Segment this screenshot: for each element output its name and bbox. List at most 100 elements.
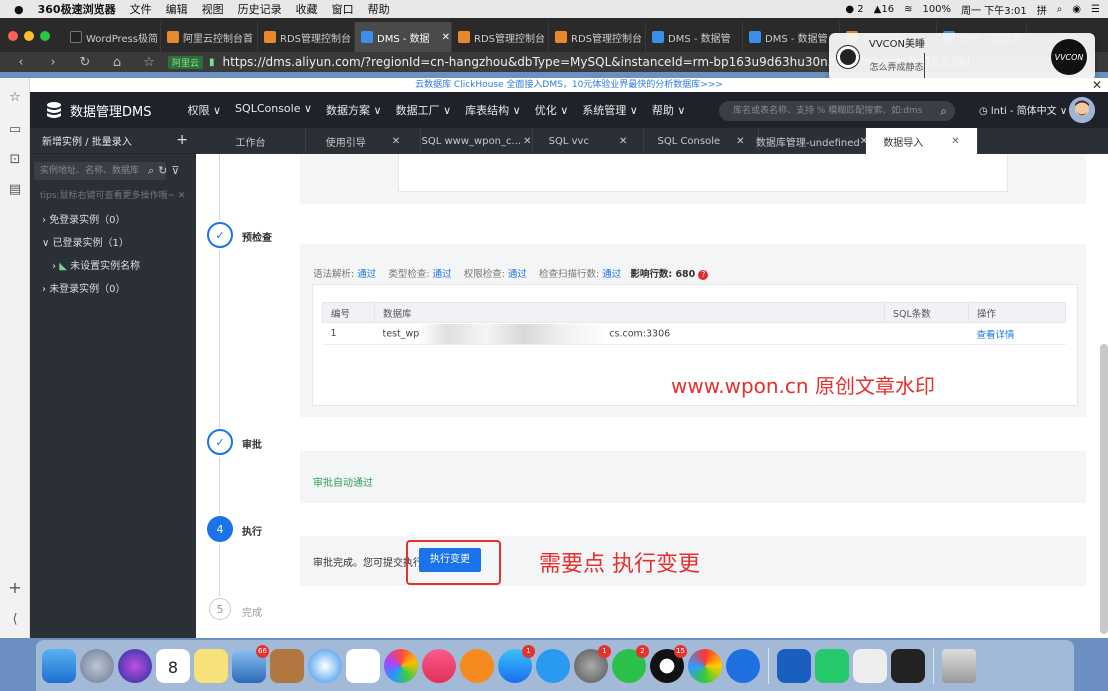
browser-360-icon[interactable]: [688, 648, 722, 683]
spotlight-icon[interactable]: ⌕: [1057, 4, 1063, 15]
wechat-icon[interactable]: 2: [612, 644, 649, 683]
close-tab-icon[interactable]: ✕: [392, 136, 400, 147]
tree-node-login-free[interactable]: › 免登录实例（0）: [42, 209, 196, 232]
tree-node-not-logged-in[interactable]: › 未登录实例（0）: [42, 278, 196, 301]
siri-icon[interactable]: [118, 648, 152, 683]
browser-tab[interactable]: RDS管理控制台: [549, 22, 646, 52]
app-name[interactable]: 360极速浏览器: [38, 1, 116, 17]
dms-logo[interactable]: 数据管理DMS: [44, 101, 151, 120]
clock[interactable]: 周一 下午3:01: [961, 2, 1027, 17]
search-icon[interactable]: ⌕: [940, 101, 947, 121]
messages-icon[interactable]: [536, 648, 570, 683]
global-search-input[interactable]: 库名或表名称、支持 % 模糊匹配搜索、如:dms ⌕: [719, 101, 955, 121]
trash-icon[interactable]: [942, 648, 976, 683]
music-icon[interactable]: [422, 648, 456, 683]
app-store-icon[interactable]: 1: [498, 644, 535, 683]
battery-status[interactable]: 100%: [922, 4, 951, 15]
browser-tab[interactable]: 阿里云控制台首: [161, 22, 258, 52]
user-language-menu[interactable]: ◷ lnti - 简体中文 ∨: [979, 102, 1067, 117]
notes-icon[interactable]: [194, 648, 228, 683]
books-icon[interactable]: [460, 648, 494, 683]
search-icon[interactable]: ⌕: [148, 164, 154, 178]
menu-edit[interactable]: 编辑: [166, 1, 188, 17]
siri-icon[interactable]: ◉: [1072, 4, 1081, 15]
promo-banner-text[interactable]: 云数据库 ClickHouse 全面接入DMS，10元体验业界最快的分析数据库>…: [415, 80, 723, 90]
nav-sqlconsole[interactable]: SQLConsole ∨: [235, 102, 312, 118]
calendar-icon[interactable]: 8: [156, 648, 190, 683]
menu-file[interactable]: 文件: [130, 1, 152, 17]
wifi-icon[interactable]: ≋: [904, 4, 912, 15]
nav-data-solution[interactable]: 数据方案 ∨: [326, 102, 382, 118]
browser-tab[interactable]: WordPress极简: [64, 22, 161, 52]
close-window-icon[interactable]: [8, 31, 18, 41]
promo-banner[interactable]: 云数据库 ClickHouse 全面接入DMS，10元体验业界最快的分析数据库>…: [30, 78, 1108, 92]
nav-system[interactable]: 系统管理 ∨: [582, 102, 638, 118]
close-banner-icon[interactable]: ✕: [1092, 78, 1102, 92]
back-icon[interactable]: ‹: [10, 55, 32, 70]
refresh-icon[interactable]: ↻: [158, 164, 167, 178]
scrollbar[interactable]: [1100, 344, 1108, 634]
tab-db-management[interactable]: 数据库管理-undefined ✕: [756, 128, 868, 154]
control-list-icon[interactable]: ☰: [1091, 4, 1100, 15]
tab-sql-vvc[interactable]: SQL vvc ✕: [533, 128, 644, 154]
pycharm-icon[interactable]: [815, 648, 849, 683]
nav-schema[interactable]: 库表结构 ∨: [465, 102, 521, 118]
home-icon[interactable]: ⌂: [106, 55, 128, 70]
notes-icon[interactable]: ▤: [7, 182, 23, 198]
browser-tab[interactable]: RDS管理控制台: [452, 22, 549, 52]
terminal-icon[interactable]: [891, 648, 925, 683]
qq-notification[interactable]: VVCON美睡 怎么弄成静态 VVCON: [829, 33, 1095, 81]
browser-tab[interactable]: RDS管理控制台: [258, 22, 355, 52]
nav-data-factory[interactable]: 数据工厂 ∨: [396, 102, 452, 118]
security-badge[interactable]: 阿里云: [168, 55, 204, 69]
reload-icon[interactable]: ↻: [74, 55, 96, 70]
close-tab-icon[interactable]: ✕: [951, 136, 959, 147]
instance-search-input[interactable]: 实例地址、名称、数据库: [34, 162, 166, 180]
collapse-sidebar-icon[interactable]: ⟨: [7, 612, 23, 628]
add-instance-link[interactable]: 新增实例 / 批量录入: [42, 133, 132, 148]
finder-icon[interactable]: [42, 648, 76, 683]
zoom-window-icon[interactable]: [40, 31, 50, 41]
contacts-icon[interactable]: [270, 648, 304, 683]
ime-indicator[interactable]: 拼: [1037, 2, 1047, 17]
close-tips-icon[interactable]: ✕: [178, 191, 186, 201]
photos-icon[interactable]: [384, 648, 418, 683]
tab-sql-console[interactable]: SQL Console ✕: [644, 128, 759, 154]
screenshot-icon[interactable]: ⊡: [7, 152, 23, 168]
close-tab-icon[interactable]: ✕: [442, 32, 450, 43]
preview-icon[interactable]: 66: [232, 644, 269, 683]
browser-tab-active[interactable]: DMS - 数据 ✕: [355, 22, 452, 52]
apple-icon[interactable]: ●: [14, 3, 24, 16]
textedit-icon[interactable]: [853, 648, 887, 683]
tab-guide[interactable]: 使用引导 ✕: [306, 128, 421, 154]
nav-permission[interactable]: 权限 ∨: [187, 102, 221, 118]
add-instance-icon[interactable]: +: [176, 132, 188, 148]
add-sidebar-icon[interactable]: +: [7, 578, 23, 597]
filter-icon[interactable]: ⊽: [171, 164, 179, 178]
nav-help[interactable]: 帮助 ∨: [652, 102, 686, 118]
qq-icon[interactable]: 15: [650, 644, 687, 683]
close-tab-icon[interactable]: ✕: [619, 136, 627, 147]
tab-sql-wpon[interactable]: SQL www_wpon_c... ✕: [421, 128, 533, 154]
reminders-icon[interactable]: [346, 648, 380, 683]
safari-icon[interactable]: [308, 648, 342, 683]
nav-optimize[interactable]: 优化 ∨: [535, 102, 569, 118]
bell-status-icon[interactable]: ▲16: [874, 4, 894, 15]
system-preferences-icon[interactable]: 1: [574, 644, 611, 683]
view-detail-link[interactable]: 查看详情: [968, 322, 1066, 345]
tree-node-logged-in[interactable]: ∨ 已登录实例（1）: [42, 232, 196, 255]
menu-view[interactable]: 视图: [202, 1, 224, 17]
tab-workbench[interactable]: 工作台: [196, 128, 306, 154]
browser-tab[interactable]: DMS - 数据管: [646, 22, 743, 52]
menu-help[interactable]: 帮助: [368, 1, 390, 17]
tab-data-import[interactable]: 数据导入 ✕: [866, 128, 978, 154]
kite-icon[interactable]: [726, 648, 760, 683]
help-question-icon[interactable]: ?: [698, 269, 709, 280]
avatar[interactable]: [1069, 97, 1095, 123]
minimize-window-icon[interactable]: [24, 31, 34, 41]
menu-history[interactable]: 历史记录: [238, 1, 282, 17]
menu-favorites[interactable]: 收藏: [296, 1, 318, 17]
menu-window[interactable]: 窗口: [332, 1, 354, 17]
reading-list-icon[interactable]: ▭: [7, 122, 23, 138]
tree-node-instance[interactable]: › ◣ 未设置实例名称: [52, 255, 196, 278]
